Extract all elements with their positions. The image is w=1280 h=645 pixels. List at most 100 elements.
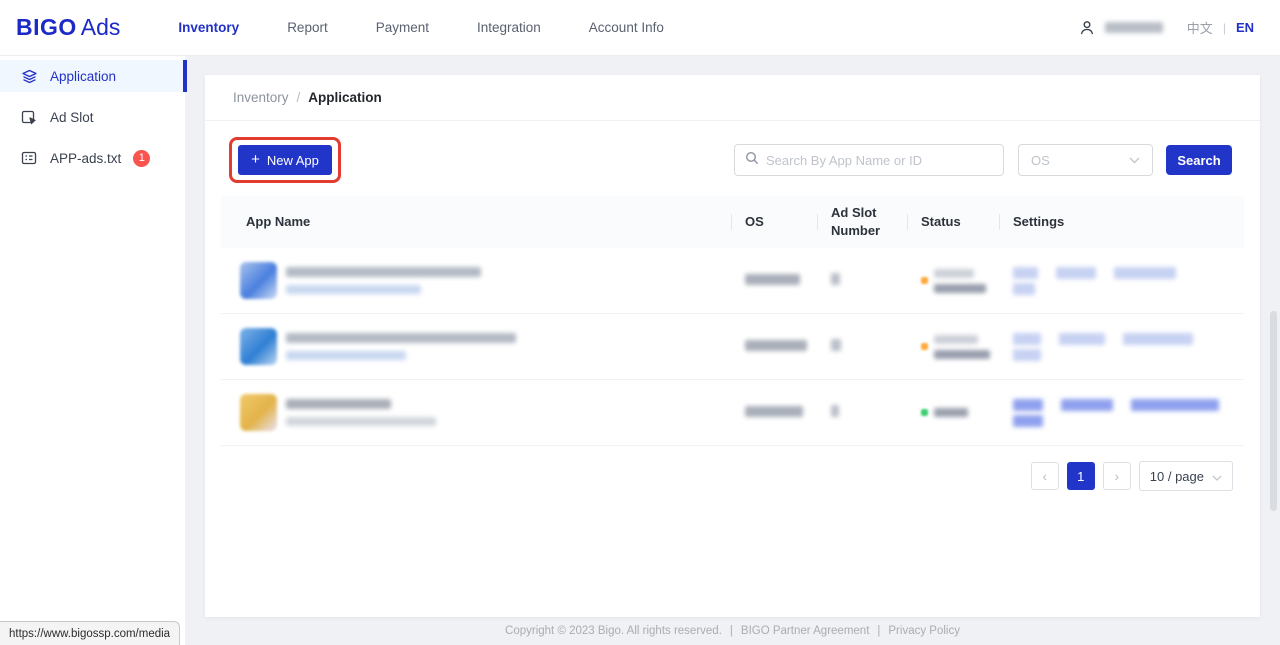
nav-item-inventory[interactable]: Inventory: [176, 14, 241, 41]
status-lines: [934, 408, 968, 417]
privacy-policy-link[interactable]: Privacy Policy: [888, 625, 960, 637]
sidebar-item-ad-slot[interactable]: Ad Slot: [0, 101, 185, 133]
new-app-button[interactable]: + New App: [238, 145, 332, 175]
col-app-name: App Name: [221, 205, 731, 239]
os-cell: [731, 272, 817, 290]
new-app-label: New App: [267, 153, 319, 168]
app-name-cell: [221, 262, 731, 299]
settings-link-redacted[interactable]: [1061, 399, 1113, 411]
status-wrap: [921, 269, 999, 293]
app-icon-redacted: [240, 328, 277, 365]
chevron-down-icon: [1212, 469, 1222, 484]
os-select[interactable]: OS: [1018, 144, 1153, 176]
prev-page-button[interactable]: ‹: [1031, 462, 1059, 490]
settings-links-row: [1013, 267, 1244, 279]
os-redacted: [745, 340, 807, 351]
status-cell: [907, 269, 999, 293]
toolbar: + New App OS: [205, 137, 1260, 183]
col-ad-slot-number: Ad Slot Number: [817, 196, 907, 248]
status-wrap: [921, 408, 999, 417]
lang-switch-en[interactable]: EN: [1236, 20, 1254, 35]
header-right: 中文 | EN: [1079, 18, 1254, 37]
status-url: https://www.bigossp.com/media: [9, 628, 170, 640]
settings-cell: [999, 263, 1244, 299]
settings-link-redacted[interactable]: [1013, 399, 1043, 411]
scrollbar-thumb[interactable]: [1270, 311, 1277, 511]
col-status: Status: [907, 205, 999, 239]
file-list-icon: [20, 149, 38, 167]
app-id-redacted: [286, 285, 421, 294]
settings-link-redacted[interactable]: [1013, 349, 1041, 361]
settings-link-redacted[interactable]: [1059, 333, 1105, 345]
search-button[interactable]: Search: [1166, 145, 1232, 175]
table-header: App Name OS Ad Slot Number Status Settin…: [221, 196, 1244, 248]
sidebar-item-label: Ad Slot: [50, 110, 94, 125]
ad-slot-number-redacted: [831, 405, 839, 417]
app-id-redacted: [286, 351, 406, 360]
breadcrumb: Inventory / Application: [205, 75, 1260, 121]
settings-links-row: [1013, 399, 1244, 411]
settings-link-redacted[interactable]: [1131, 399, 1219, 411]
next-page-button[interactable]: ›: [1103, 462, 1131, 490]
settings-link-redacted[interactable]: [1013, 415, 1043, 427]
os-redacted: [745, 406, 803, 417]
app-name-cell: [221, 394, 731, 431]
annotation-highlight-box: + New App: [229, 137, 341, 183]
col-settings: Settings: [999, 205, 1244, 239]
settings-link-redacted[interactable]: [1013, 267, 1038, 279]
settings-links-row: [1013, 283, 1244, 295]
app-icon-redacted: [240, 262, 277, 299]
breadcrumb-separator: /: [297, 90, 301, 105]
settings-link-redacted[interactable]: [1056, 267, 1096, 279]
sidebar-item-app-ads-txt[interactable]: APP-ads.txt1: [0, 142, 185, 174]
page-size-select[interactable]: 10 / page: [1139, 461, 1233, 491]
app-name-cell: [221, 328, 731, 365]
status-text-redacted: [934, 284, 986, 293]
settings-link-redacted[interactable]: [1013, 283, 1035, 295]
current-page-button[interactable]: 1: [1067, 462, 1095, 490]
os-cell: [731, 404, 817, 422]
footer-divider: |: [877, 625, 880, 637]
breadcrumb-inventory[interactable]: Inventory: [233, 90, 289, 105]
partner-agreement-link[interactable]: BIGO Partner Agreement: [741, 625, 869, 637]
settings-link-redacted[interactable]: [1114, 267, 1176, 279]
app-id-redacted: [286, 417, 436, 426]
ad-slot-number-cell: [817, 272, 907, 290]
lang-switch-zh[interactable]: 中文: [1187, 18, 1213, 37]
logo-bigo: BIGO: [16, 14, 77, 40]
top-header: BIGOAds Inventory Report Payment Integratio…: [0, 0, 1280, 56]
breadcrumb-application: Application: [308, 90, 382, 105]
ad-slot-number-redacted: [831, 273, 840, 285]
settings-links-row: [1013, 349, 1244, 361]
settings-link-redacted[interactable]: [1013, 333, 1041, 345]
os-redacted: [745, 274, 800, 285]
status-dot: [921, 343, 928, 350]
bigo-ads-logo[interactable]: BIGOAds: [16, 14, 120, 41]
search-box: [734, 144, 1004, 176]
app-table: App Name OS Ad Slot Number Status Settin…: [221, 196, 1244, 446]
nav-item-payment[interactable]: Payment: [374, 14, 431, 41]
browser-status-bar: https://www.bigossp.com/media: [0, 621, 180, 645]
table-row: [221, 248, 1244, 314]
page-size-value: 10 / page: [1150, 469, 1204, 484]
logo-ads: Ads: [81, 14, 121, 40]
settings-link-redacted[interactable]: [1123, 333, 1193, 345]
nav-item-account-info[interactable]: Account Info: [587, 14, 666, 41]
search-input[interactable]: [766, 153, 993, 168]
nav-item-report[interactable]: Report: [285, 14, 330, 41]
user-name-redacted[interactable]: [1105, 22, 1163, 33]
content-card: Inventory / Application + New App: [205, 75, 1260, 617]
settings-links-row: [1013, 415, 1244, 427]
user-icon: [1079, 20, 1095, 36]
status-wrap: [921, 335, 999, 359]
app-name-redacted: [286, 399, 391, 409]
status-dot: [921, 409, 928, 416]
os-cell: [731, 338, 817, 356]
nav-item-integration[interactable]: Integration: [475, 14, 543, 41]
notification-badge: 1: [133, 150, 150, 167]
search-icon: [745, 151, 759, 170]
ad-slot-number-redacted: [831, 339, 841, 351]
os-select-value: OS: [1031, 153, 1129, 168]
sidebar-item-application[interactable]: Application: [0, 60, 185, 92]
app-text: [286, 333, 516, 360]
